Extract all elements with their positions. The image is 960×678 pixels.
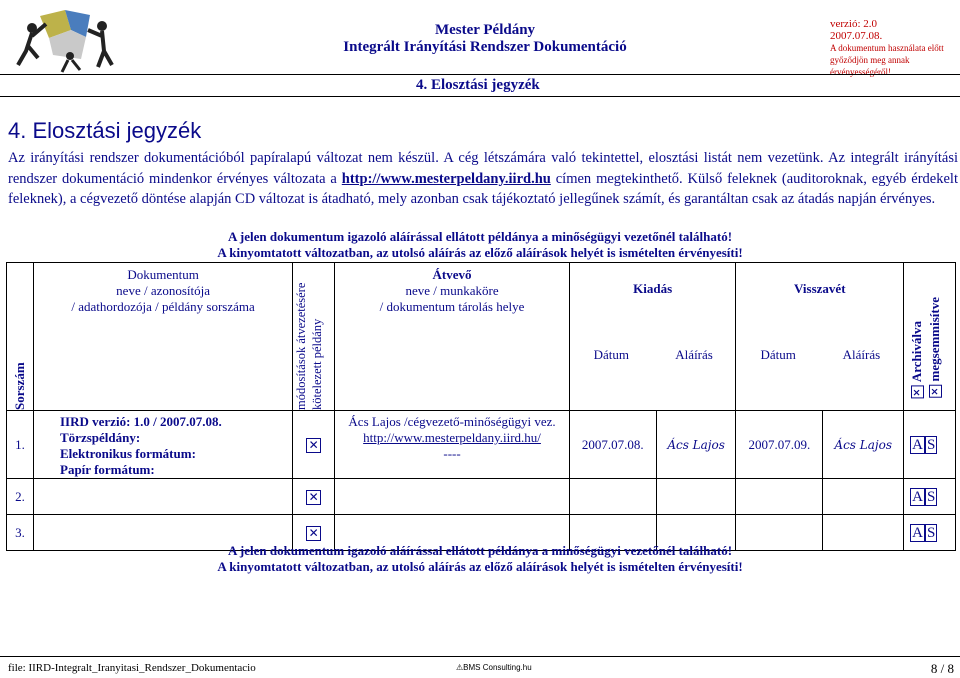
header-atvevo: Átvevő neve / munkaköre / dokumentum tár… — [334, 262, 570, 411]
row-number: 1. — [6, 410, 34, 479]
row-mandatory: ✕ — [292, 478, 336, 515]
page-heading: 4. Elosztási jegyzék — [8, 118, 202, 143]
checked-box-icon[interactable]: ✕ — [306, 525, 322, 541]
warning-bottom: A jelen dokumentum igazoló aláírással el… — [0, 543, 960, 575]
row-document: IIRD verzió: 1.0 / 2007.07.08. Törzspéld… — [32, 410, 294, 479]
checked-box-icon[interactable]: ✕ — [306, 437, 322, 453]
header-title: Mester Példány Integrált Irányítási Rend… — [300, 22, 670, 56]
return-date — [735, 478, 824, 515]
table-row: 1. IIRD verzió: 1.0 / 2007.07.08. Törzsp… — [6, 410, 956, 479]
distribution-table: Sorszám Dokumentum neve / azonosítója / … — [6, 262, 956, 551]
header-archival: × Archiválva × megsemmisítve — [903, 262, 956, 411]
header-divider-bottom — [0, 96, 960, 97]
footer-divider — [0, 656, 960, 657]
archived-flag[interactable]: A — [910, 487, 925, 506]
header-section-title: 4. Elosztási jegyzék — [416, 77, 540, 93]
header-date: 2007.07.08. — [830, 30, 883, 42]
table-row: 2. ✕ AS — [6, 478, 956, 515]
issue-date: 2007.07.08. — [568, 410, 657, 479]
row-document — [32, 478, 294, 515]
checkbox-icon: × — [911, 385, 925, 398]
return-signature: Ács Lajos — [822, 410, 905, 479]
page-header: Mester Példány Integrált Irányítási Rend… — [0, 0, 960, 78]
header-modositasok: módosítások átvezetésére kötelezett péld… — [292, 262, 336, 411]
warning-line2: A kinyomtatott változatban, az utolsó al… — [217, 245, 743, 260]
row-recipient: Ács Lajos /cégvezető-minőségügyi vez. ht… — [334, 410, 570, 479]
header-title-line1: Mester Példány — [434, 22, 536, 38]
header-kiadas: Kiadás Dátum Aláírás — [568, 262, 737, 411]
destroyed-flag[interactable]: S — [924, 487, 938, 506]
page-footer: file: IIRD-Integralt_Iranyitasi_Rendszer… — [8, 661, 958, 676]
archived-flag[interactable]: A — [910, 435, 925, 454]
checkbox-icon: × — [929, 385, 943, 398]
issue-signature: Ács Lajos — [655, 410, 737, 479]
return-date: 2007.07.09. — [735, 410, 824, 479]
warning-top: A jelen dokumentum igazoló aláírással el… — [0, 229, 960, 261]
warning-line1: A jelen dokumentum igazoló aláírással el… — [227, 543, 733, 558]
mesterpeldany-link[interactable]: http://www.mesterpeldany.iird.hu — [342, 171, 551, 187]
destroyed-flag[interactable]: S — [924, 435, 938, 454]
intro-paragraph: Az irányítási rendszer dokumentációból p… — [8, 148, 958, 210]
footer-file: file: IIRD-Integralt_Iranyitasi_Rendszer… — [8, 662, 256, 674]
recipient-link[interactable]: http://www.mesterpeldany.iird.hu/ — [335, 430, 569, 446]
row-archive-flags: AS — [903, 478, 956, 515]
return-signature — [822, 478, 905, 515]
puzzle-people-logo — [16, 10, 114, 73]
header-dokumentum: Dokumentum neve / azonosítója / adathord… — [32, 262, 294, 411]
header-sorszam: Sorszám — [6, 262, 34, 411]
row-number: 2. — [6, 478, 34, 515]
header-notice-line1: A dokumentum használata előtt — [830, 43, 944, 53]
archived-flag[interactable]: A — [910, 523, 925, 542]
issue-date — [568, 478, 657, 515]
header-title-line2: Integrált Irányítási Rendszer Dokumentác… — [343, 39, 627, 55]
header-version: verzió: 2.0 — [830, 18, 878, 30]
header-divider — [0, 74, 960, 75]
warning-line1: A jelen dokumentum igazoló aláírással el… — [227, 229, 733, 244]
header-version-block: verzió: 2.0 2007.07.08. A dokumentum has… — [830, 18, 960, 78]
table-header-row: Sorszám Dokumentum neve / azonosítója / … — [6, 262, 956, 411]
row-recipient — [334, 478, 570, 515]
row-mandatory: ✕ — [292, 410, 336, 479]
destroyed-flag[interactable]: S — [924, 523, 938, 542]
checked-box-icon[interactable]: ✕ — [306, 489, 322, 505]
header-visszavet: Visszavét Dátum Aláírás — [735, 262, 905, 411]
row-archive-flags: AS — [903, 410, 956, 479]
page-number: 8 / 8 — [930, 661, 954, 676]
warning-line2: A kinyomtatott változatban, az utolsó al… — [217, 559, 743, 574]
issue-signature — [655, 478, 737, 515]
footer-brand: ⚠BMS Consulting.hu — [456, 663, 532, 672]
